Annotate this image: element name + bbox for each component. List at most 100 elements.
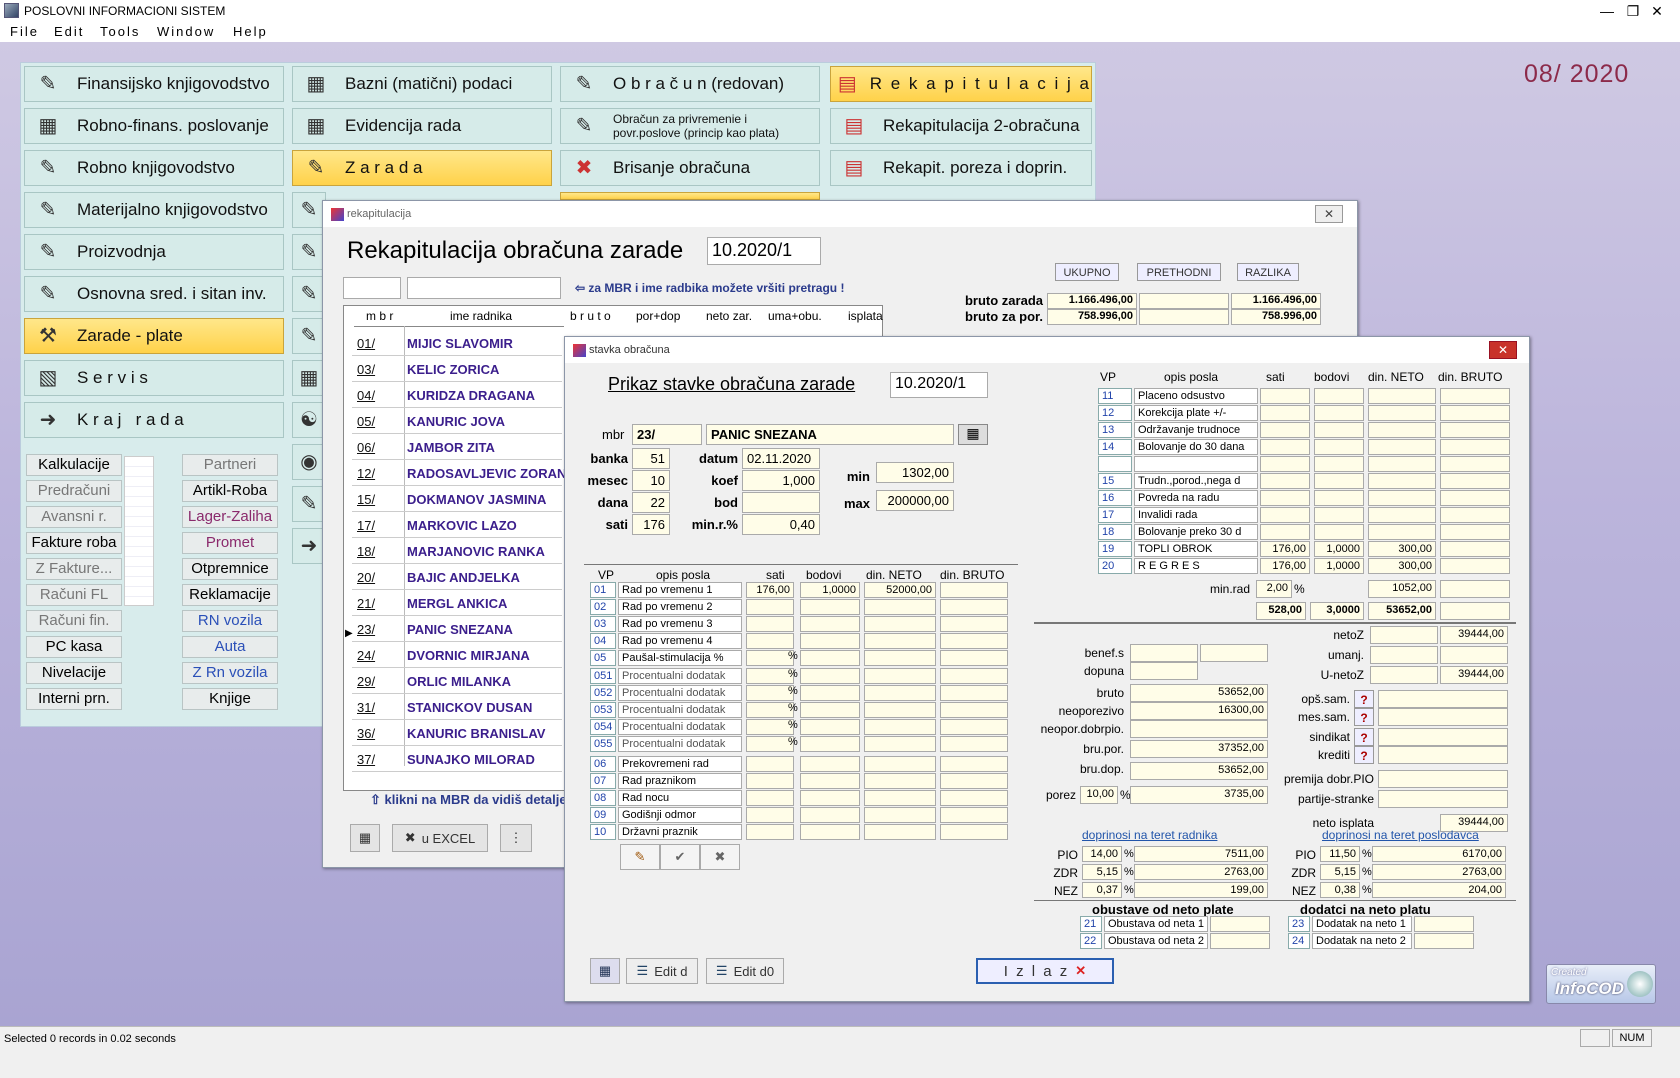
vp-bruto[interactable] — [1440, 422, 1510, 438]
vp-bruto[interactable] — [940, 685, 1008, 701]
vp-sati[interactable] — [746, 685, 794, 701]
vp-code[interactable]: 03 — [590, 616, 616, 632]
tab-prethodni[interactable]: PRETHODNI — [1137, 263, 1221, 281]
vp-bruto[interactable] — [1440, 507, 1510, 523]
vp-bruto[interactable] — [940, 702, 1008, 718]
benef-field[interactable] — [1130, 644, 1198, 662]
menu-obracun-privremeni[interactable]: ✎ Obračun za privremenie i povr.poslove (… — [560, 108, 820, 144]
btn-z-rn-vozila[interactable]: Z Rn vozila — [182, 662, 278, 684]
vp-bodovi[interactable]: 1,0000 — [1314, 558, 1364, 574]
vp-bodovi[interactable] — [1314, 422, 1364, 438]
dodatak-1-value[interactable] — [1414, 916, 1474, 932]
row-mbr[interactable]: 12/ — [357, 466, 375, 481]
vp-sati[interactable] — [1260, 422, 1310, 438]
vp-code[interactable]: 053 — [590, 702, 616, 718]
row-mbr[interactable]: 36/ — [357, 726, 375, 741]
search-mbr-input[interactable] — [343, 277, 401, 299]
vp-sati[interactable] — [746, 599, 794, 615]
vp-code[interactable]: 16 — [1098, 490, 1132, 506]
btn-promet[interactable]: Promet — [182, 532, 278, 554]
row-mbr[interactable]: 31/ — [357, 700, 375, 715]
calc-button[interactable]: ▦ — [590, 958, 620, 984]
menu-evidencija-rada[interactable]: ▦ Evidencija rada — [292, 108, 552, 144]
vp-sati[interactable] — [746, 719, 794, 735]
vp-neto[interactable] — [1368, 439, 1436, 455]
edit-d0-button[interactable]: ☰ Edit d0 — [706, 958, 784, 984]
vp-bodovi[interactable] — [800, 633, 860, 649]
vp-bruto[interactable] — [1440, 456, 1510, 472]
vp-sati[interactable] — [1260, 405, 1310, 421]
vp-bruto[interactable] — [940, 824, 1008, 840]
vp-neto[interactable] — [864, 702, 936, 718]
row-mbr[interactable]: 06/ — [357, 440, 375, 455]
vp-neto[interactable] — [864, 668, 936, 684]
vp-bruto[interactable] — [940, 736, 1008, 752]
row-mbr[interactable]: 01/ — [357, 336, 375, 351]
dodatak-2-vp[interactable]: 24 — [1288, 933, 1310, 949]
vp-neto[interactable] — [1368, 456, 1436, 472]
vp-code[interactable]: 19 — [1098, 541, 1132, 557]
vp-sati[interactable] — [746, 807, 794, 823]
btn-partneri[interactable]: Partneri — [182, 454, 278, 476]
porez-pct-field[interactable]: 10,00 — [1080, 786, 1118, 804]
vp-bruto[interactable] — [940, 668, 1008, 684]
vp-sati[interactable] — [1260, 439, 1310, 455]
vp-sati[interactable] — [746, 773, 794, 789]
vp-code[interactable]: 11 — [1098, 388, 1132, 404]
ops-sam-field[interactable] — [1378, 690, 1508, 708]
btn-avansni[interactable]: Avansni r. — [26, 506, 122, 528]
btn-lager-zaliha[interactable]: Lager-Zaliha — [182, 506, 278, 528]
row-mbr[interactable]: 29/ — [357, 674, 375, 689]
row-mbr[interactable]: 23/ — [357, 622, 375, 637]
vp-sati[interactable] — [1260, 490, 1310, 506]
vp-sati[interactable] — [746, 633, 794, 649]
menu-rekap-2-obracuna[interactable]: ▤ Rekapitulacija 2-obračuna — [830, 108, 1092, 144]
premija-field[interactable] — [1378, 770, 1508, 788]
vp-neto[interactable] — [864, 685, 936, 701]
vp-sati[interactable] — [746, 756, 794, 772]
row-mbr[interactable]: 17/ — [357, 518, 375, 533]
vp-bodovi[interactable] — [800, 824, 860, 840]
vp-bodovi[interactable] — [1314, 524, 1364, 540]
menu-bazni-podaci[interactable]: ▦ Bazni (matični) podaci — [292, 66, 552, 102]
btn-auta[interactable]: Auta — [182, 636, 278, 658]
vp-neto[interactable] — [864, 719, 936, 735]
vp-neto[interactable] — [864, 773, 936, 789]
row-mbr[interactable]: 37/ — [357, 752, 375, 767]
vp-bodovi[interactable] — [800, 616, 860, 632]
vp-bodovi[interactable] — [800, 719, 860, 735]
vp-bodovi[interactable] — [800, 599, 860, 615]
vp-bruto[interactable] — [1440, 490, 1510, 506]
vp-code[interactable]: 10 — [590, 824, 616, 840]
vp-bodovi[interactable] — [1314, 439, 1364, 455]
dodatak-1-vp[interactable]: 23 — [1288, 916, 1310, 932]
vp-code[interactable]: 20 — [1098, 558, 1132, 574]
dopuna-field[interactable] — [1130, 662, 1198, 680]
tab-ukupno[interactable]: UKUPNO — [1055, 263, 1119, 281]
min-field[interactable]: 1302,00 — [876, 462, 954, 483]
vp-neto[interactable] — [1368, 473, 1436, 489]
vp-code[interactable]: 06 — [590, 756, 616, 772]
mes-sam-lookup[interactable]: ? — [1354, 708, 1374, 726]
vp-neto[interactable] — [864, 616, 936, 632]
btn-nivelacije[interactable]: Nivelacije — [26, 662, 122, 684]
vp-code[interactable]: 054 — [590, 719, 616, 735]
search-name-input[interactable] — [407, 277, 561, 299]
vp-bruto[interactable] — [1440, 439, 1510, 455]
menu-materijalno[interactable]: ✎ Materijalno knjigovodstvo — [24, 192, 284, 228]
vp-sati[interactable] — [1260, 507, 1310, 523]
vp-bodovi[interactable]: 1,0000 — [1314, 541, 1364, 557]
vp-bruto[interactable] — [940, 773, 1008, 789]
dana-field[interactable]: 22 — [632, 492, 670, 513]
vp-code[interactable]: 18 — [1098, 524, 1132, 540]
btn-kalkulacije[interactable]: Kalkulacije — [26, 454, 122, 476]
vp-neto[interactable] — [864, 824, 936, 840]
vp-code[interactable]: 09 — [590, 807, 616, 823]
btn-racuni-fin[interactable]: Računi fin. — [26, 610, 122, 632]
vp-code[interactable]: 14 — [1098, 439, 1132, 455]
krediti-field[interactable] — [1378, 746, 1508, 764]
menu-edit[interactable]: Edit — [54, 24, 84, 39]
dopr-pct[interactable]: 14,00 — [1082, 846, 1122, 862]
rekap-close-icon[interactable]: ✕ — [1315, 205, 1343, 223]
umanj-field-1[interactable] — [1370, 646, 1438, 664]
